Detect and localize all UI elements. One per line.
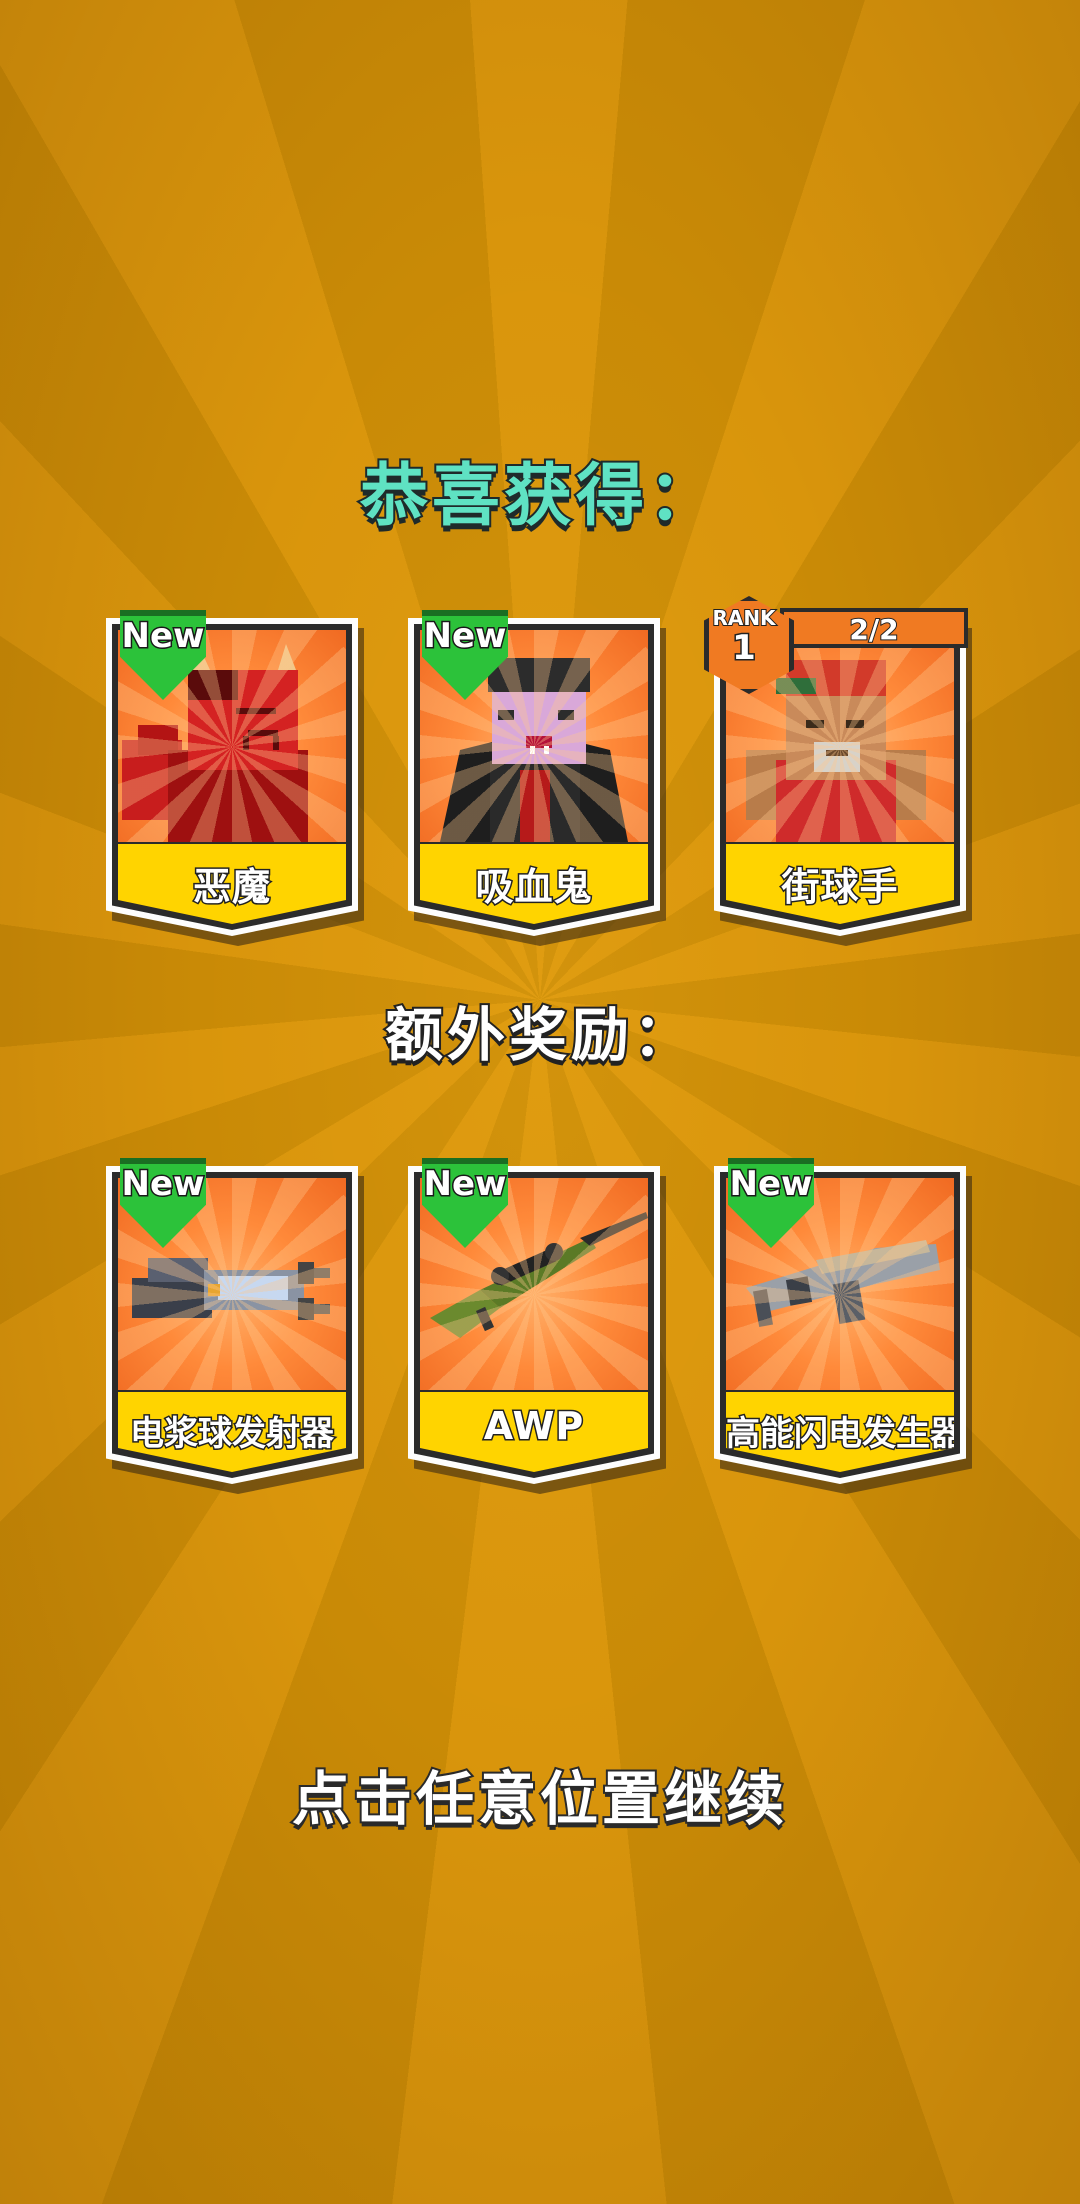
background-glow [0, 0, 1080, 2204]
new-badge: New [728, 1158, 814, 1248]
item-name: AWP [482, 1403, 585, 1450]
card-progress-bar: 2/2 [780, 608, 968, 648]
tap-to-continue-hint[interactable]: 点击任意位置继续 [0, 1752, 1080, 1836]
new-badge: New [422, 610, 508, 700]
item-name: 电浆球发射器 [129, 1413, 336, 1456]
new-badge: New [422, 1158, 508, 1248]
rank-number: 1 [731, 627, 758, 670]
character-name: 街球手 [780, 864, 899, 911]
item-name: 高能闪电发生器 [726, 1413, 964, 1456]
reward-card-lightning-generator[interactable]: 高能闪电发生器 New [714, 1158, 972, 1494]
reward-card-awp[interactable]: AWP New [408, 1158, 666, 1494]
character-name: 吸血鬼 [474, 864, 593, 911]
reward-card-devil[interactable]: 恶魔 New [106, 610, 364, 946]
rank-label: RANK [711, 605, 776, 631]
new-badge: New [120, 610, 206, 700]
reward-card-plasma-launcher[interactable]: 电浆球发射器 New [106, 1158, 364, 1494]
rewards-title: 恭喜获得： [358, 455, 720, 538]
reward-card-streetballer[interactable]: 街球手 2/2 RANK 1 [704, 596, 972, 946]
bonus-rewards-title: 额外奖励： [383, 999, 695, 1071]
character-name: 恶魔 [191, 864, 271, 911]
reward-card-vampire[interactable]: 吸血鬼 New [408, 610, 666, 946]
new-badge: New [120, 1158, 206, 1248]
